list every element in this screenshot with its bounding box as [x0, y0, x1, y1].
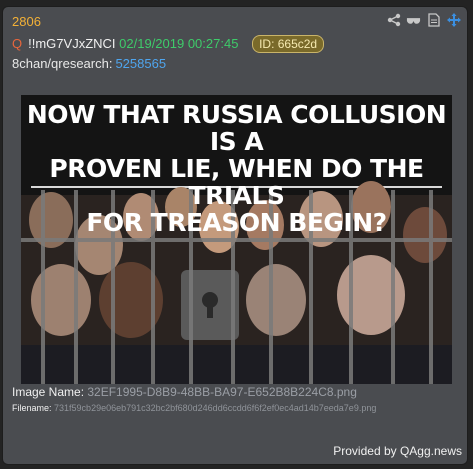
- document-icon[interactable]: [426, 13, 441, 27]
- image-name-line: Image Name: 32EF1995-D8B9-48BB-BA97-E652…: [12, 385, 357, 399]
- headline-line-3: FOR TREASON BEGIN?: [86, 208, 387, 237]
- q-glyph: Q: [12, 36, 23, 51]
- filename-label: Filename:: [12, 403, 52, 413]
- image-headline: NOW THAT RUSSIA COLLUSION IS A PROVEN LI…: [21, 101, 452, 236]
- board-name: 8chan/qresearch:: [12, 56, 113, 71]
- toolbar-icons: [386, 13, 461, 27]
- move-icon[interactable]: [446, 13, 461, 27]
- tripcode: !!mG7VJxZNCI: [28, 36, 116, 51]
- headline-line-1: NOW THAT RUSSIA COLLUSION IS A: [26, 100, 447, 156]
- post-image[interactable]: NOW THAT RUSSIA COLLUSION IS A PROVEN LI…: [21, 95, 452, 384]
- image-name-value: 32EF1995-D8B9-48BB-BA97-E652B8B224C8.png: [87, 385, 357, 399]
- filename-value: 731f59cb29e06eb791c32bc2bf680d246dd6ccdd…: [54, 403, 377, 413]
- post-link[interactable]: 5258565: [115, 56, 166, 71]
- provided-by: Provided by QAgg.news: [333, 444, 462, 458]
- headline-line-2: PROVEN LIE, WHEN DO THE TRIALS: [49, 154, 424, 210]
- post-number[interactable]: 2806: [12, 14, 41, 29]
- image-name-label: Image Name:: [12, 385, 85, 399]
- post-card: 2806 Q !!mG7VJxZNCI 02/19/2019 00:27:45 I…: [2, 6, 468, 465]
- id-badge[interactable]: ID: 665c2d: [252, 35, 325, 53]
- post-date: 02/19/2019 00:27:45: [119, 36, 239, 51]
- filename-line: Filename: 731f59cb29e06eb791c32bc2bf680d…: [12, 403, 376, 413]
- share-icon[interactable]: [386, 13, 401, 27]
- glasses-icon[interactable]: [406, 13, 421, 27]
- board-line: 8chan/qresearch: 5258565: [12, 56, 166, 71]
- post-header: Q !!mG7VJxZNCI 02/19/2019 00:27:45 ID: 66…: [12, 35, 325, 53]
